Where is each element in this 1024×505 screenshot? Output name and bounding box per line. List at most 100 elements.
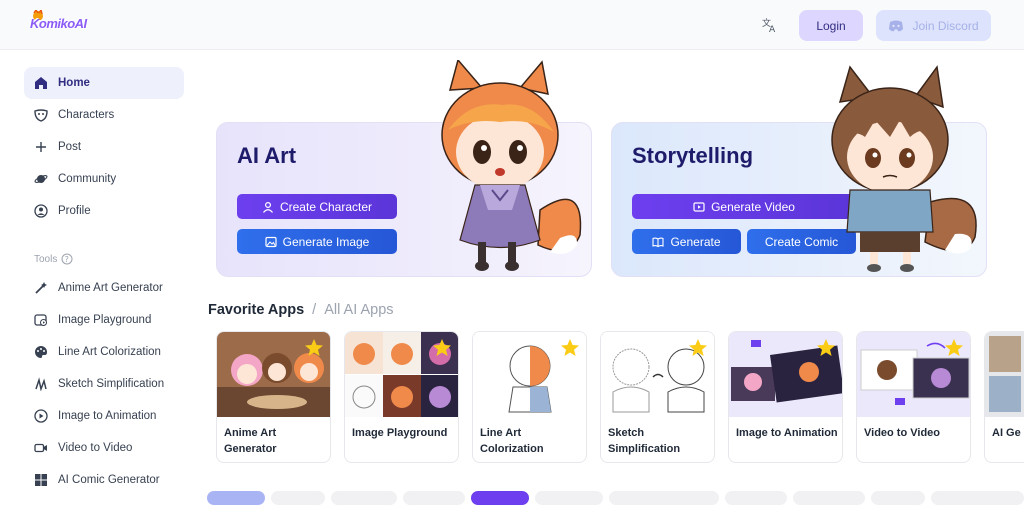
mask-icon	[34, 109, 48, 122]
sidebar-item-label: Home	[58, 77, 90, 89]
filter-chip[interactable]	[535, 491, 603, 505]
sketch-icon	[35, 377, 47, 391]
app-name: Image Playground	[352, 427, 448, 439]
discord-label: Join Discord	[912, 18, 979, 33]
app-name: Video to Video	[864, 427, 940, 439]
sidebar-item-image-playground[interactable]: Image Playground	[24, 304, 184, 336]
filter-chip[interactable]	[331, 491, 397, 505]
favorite-star-icon[interactable]	[688, 338, 708, 358]
svg-text:A: A	[769, 25, 776, 34]
filter-chip[interactable]	[725, 491, 787, 505]
sidebar-item-label: Profile	[58, 205, 91, 217]
image-play-icon	[34, 314, 47, 326]
app-card-ai-comic-generator[interactable]: AI Ge	[984, 331, 1024, 463]
all-ai-apps-tab[interactable]: All AI Apps	[324, 302, 393, 318]
filter-chip-active[interactable]	[471, 491, 529, 505]
join-discord-button[interactable]: Join Discord	[876, 10, 991, 41]
filter-chip[interactable]	[931, 491, 1024, 505]
app-name: Anime Art Generator	[224, 427, 277, 455]
app-card-anime-art-generator[interactable]: Anime Art Generator	[216, 331, 331, 463]
translate-icon[interactable]: 文 A	[760, 16, 778, 34]
ai-art-title: AI Art	[237, 143, 297, 168]
sidebar-item-ai-comic-generator[interactable]: AI Comic Generator	[24, 464, 184, 496]
app-card-image-playground[interactable]: Image Playground	[344, 331, 459, 463]
top-bar: KomikoAI 文 A Login Join Discord	[0, 0, 1024, 50]
sidebar-item-anime-art-generator[interactable]: Anime Art Generator	[24, 272, 184, 304]
app-name: AI Ge	[992, 427, 1021, 439]
logo[interactable]: KomikoAI	[26, 8, 90, 38]
storytelling-title: Storytelling	[632, 143, 754, 168]
section-separator: /	[312, 302, 317, 318]
sidebar-item-label: Characters	[58, 109, 115, 121]
sidebar-item-label: Image Playground	[58, 314, 152, 326]
sidebar-item-profile[interactable]: Profile	[24, 195, 184, 227]
planet-icon	[34, 175, 48, 183]
generate-story-button[interactable]: Generate	[632, 229, 741, 254]
video-play-icon	[693, 201, 705, 212]
help-icon[interactable]: ?	[61, 253, 73, 265]
filter-chip[interactable]	[793, 491, 865, 505]
app-name: Image to Animation	[736, 427, 838, 439]
favorite-star-icon[interactable]	[560, 338, 580, 358]
favorite-apps-heading: Favorite Apps / All AI Apps	[208, 302, 394, 318]
sidebar: Home Characters Post Community Profile T…	[0, 50, 196, 500]
sidebar-item-label: Community	[58, 173, 117, 185]
app-name: Sketch Simplification	[608, 427, 681, 455]
sidebar-item-label: Line Art Colorization	[58, 346, 161, 358]
sidebar-item-characters[interactable]: Characters	[24, 99, 184, 131]
sidebar-item-community[interactable]: Community	[24, 163, 184, 195]
filter-chip[interactable]	[271, 491, 325, 505]
filter-chip[interactable]	[871, 491, 925, 505]
favorite-star-icon[interactable]	[944, 338, 964, 358]
generate-image-button[interactable]: Generate Image	[237, 229, 397, 254]
user-icon	[263, 201, 273, 213]
image-icon	[265, 236, 277, 247]
app-card-video-to-video[interactable]: Video to Video	[856, 331, 971, 463]
filter-chip[interactable]	[207, 491, 265, 505]
palette-icon	[35, 346, 47, 358]
create-character-button[interactable]: Create Character	[237, 194, 397, 219]
generate-video-label: Generate Video	[711, 199, 795, 214]
create-character-label: Create Character	[279, 199, 373, 214]
ai-comic-thumbnail	[985, 332, 1024, 417]
sidebar-item-label: Post	[58, 141, 82, 153]
sidebar-item-line-art-colorization[interactable]: Line Art Colorization	[24, 336, 184, 368]
logo-text: KomikoAI	[30, 16, 87, 31]
comic-grid-icon	[35, 474, 47, 486]
sidebar-item-post[interactable]: Post	[24, 131, 184, 163]
favorite-apps-tab[interactable]: Favorite Apps	[208, 302, 304, 318]
sidebar-item-label: Image to Animation	[58, 410, 157, 422]
login-label: Login	[816, 18, 846, 33]
favorite-star-icon[interactable]	[432, 338, 452, 358]
app-card-image-to-animation[interactable]: Image to Animation	[728, 331, 843, 463]
generate-image-label: Generate Image	[282, 234, 370, 249]
generate-story-label: Generate	[670, 234, 721, 249]
sidebar-item-label: Sketch Simplification	[58, 378, 165, 390]
discord-icon	[889, 20, 904, 31]
svg-text:?: ?	[65, 255, 69, 264]
sidebar-item-sketch-simplification[interactable]: Sketch Simplification	[24, 368, 184, 400]
sidebar-item-home[interactable]: Home	[24, 67, 184, 99]
filter-chip[interactable]	[403, 491, 465, 505]
plus-icon	[36, 142, 46, 152]
fox-girl-mascot-illustration	[441, 60, 582, 271]
sidebar-item-video-to-video[interactable]: Video to Video	[24, 432, 184, 464]
filter-chip[interactable]	[609, 491, 719, 505]
magic-wand-icon	[35, 282, 47, 294]
wolf-boy-mascot-illustration	[831, 65, 977, 272]
tools-label-text: Tools	[34, 253, 58, 265]
favorite-star-icon[interactable]	[304, 338, 324, 358]
tools-section-label: Tools ?	[34, 253, 73, 265]
user-circle-icon	[34, 204, 48, 218]
sidebar-item-image-to-animation[interactable]: Image to Animation	[24, 400, 184, 432]
book-icon	[652, 237, 665, 247]
sidebar-item-label: AI Comic Generator	[58, 474, 160, 486]
favorite-star-icon[interactable]	[816, 338, 836, 358]
sidebar-item-label: Video to Video	[58, 442, 133, 454]
sidebar-item-label: Anime Art Generator	[58, 282, 163, 294]
home-icon	[35, 77, 47, 89]
app-card-sketch-simplification[interactable]: Sketch Simplification	[600, 331, 715, 463]
app-card-line-art-colorization[interactable]: Line Art Colorization	[472, 331, 587, 463]
video-icon	[34, 443, 47, 453]
login-button[interactable]: Login	[799, 10, 863, 41]
